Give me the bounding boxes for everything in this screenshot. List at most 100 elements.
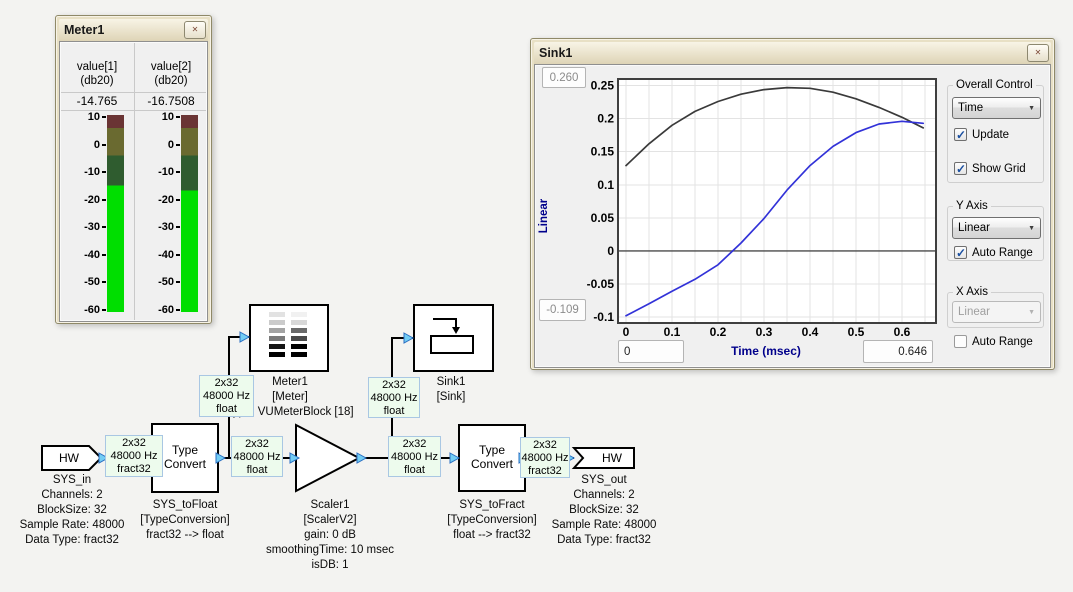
x-axis-title: Time (msec)	[684, 344, 848, 358]
meter-scale-tick-mark	[176, 144, 180, 146]
meter-scale-tick-mark	[102, 144, 106, 146]
meter-scale-tick-mark	[102, 171, 106, 173]
x-min-range-box[interactable]: 0	[618, 340, 684, 363]
meter-scale-tick-mark	[102, 254, 106, 256]
update-checkbox[interactable]: Update	[954, 127, 1009, 142]
meter1-window: Meter1 ✕ value[1](db20)-14.765100-10-20-…	[55, 15, 212, 324]
y-tick-label: 0.1	[597, 178, 614, 192]
meter-scale-tick: -20	[72, 194, 100, 206]
sink1-close-button[interactable]: ✕	[1027, 44, 1049, 62]
wire-type-label[interactable]: 2x3248000 Hzfloat	[368, 377, 420, 418]
show-grid-checkbox-label: Show Grid	[972, 163, 1026, 175]
meter-scale-tick: -40	[146, 249, 174, 261]
meter-row-divider	[61, 92, 206, 93]
app-canvas: HWSYS_inChannels: 2BlockSize: 32Sample R…	[0, 0, 1073, 592]
meter-scale-tick: -30	[146, 221, 174, 233]
meter-value: -16.7508	[136, 94, 206, 108]
y-tick-label: 0.15	[591, 145, 615, 159]
meter-scale-tick: -60	[146, 304, 174, 316]
meter-header: value[1](db20)	[62, 60, 132, 88]
checkbox-checked-icon	[954, 128, 967, 141]
y-axis-title: Linear	[538, 192, 552, 240]
vu-meter-bar	[107, 115, 124, 312]
overall-control-dropdown-value: Time	[958, 102, 1028, 114]
checkbox-checked-icon	[954, 162, 967, 175]
x-tick-label: 0.1	[664, 325, 681, 339]
wire-type-label-line: 2x32	[369, 379, 419, 392]
x-tick-label: 0.3	[756, 325, 773, 339]
wire-type-label[interactable]: 2x3248000 Hzfloat	[199, 375, 254, 417]
meter-scale-tick: 10	[146, 111, 174, 123]
wire-type-label-line: 2x32	[389, 438, 440, 451]
wire-type-label-line: 2x32	[232, 438, 282, 451]
meter-scale-tick: -10	[146, 166, 174, 178]
wire-type-label-line: 48000 Hz	[232, 451, 282, 464]
meter1-titlebar[interactable]: Meter1 ✕	[59, 19, 208, 41]
y-tick-label: -0.05	[587, 277, 615, 291]
wire-type-label-line: 48000 Hz	[106, 450, 162, 463]
y-auto-range-checkbox[interactable]: Auto Range	[954, 245, 1033, 260]
meter-column-divider	[134, 43, 135, 320]
y-max-range-box[interactable]: 0.260	[542, 67, 586, 88]
chevron-down-icon: ▼	[1028, 225, 1035, 232]
x-tick-label: 0	[623, 325, 630, 339]
sink1-window: Sink1 ✕ 0.250.20.150.10.050-0.05-0.100.1…	[530, 38, 1055, 370]
x-max-range-box[interactable]: 0.646	[863, 340, 933, 363]
y-tick-label: 0.25	[591, 79, 615, 93]
x-auto-range-checkbox[interactable]: Auto Range	[954, 334, 1033, 349]
wire-type-label-line: 2x32	[106, 437, 162, 450]
meter-header-line: value[1]	[62, 60, 132, 74]
show-grid-checkbox[interactable]: Show Grid	[954, 161, 1026, 176]
x-auto-range-label: Auto Range	[972, 336, 1033, 348]
meter-scale-tick: -50	[146, 276, 174, 288]
chevron-down-icon: ▼	[1028, 309, 1035, 316]
wire-type-label-line: 2x32	[521, 439, 569, 452]
wire-type-label[interactable]: 2x3248000 Hzfract32	[520, 437, 570, 478]
wire-type-label[interactable]: 2x3248000 Hzfract32	[105, 435, 163, 477]
x-tick-label: 0.4	[802, 325, 819, 339]
meter-scale-tick-mark	[102, 199, 106, 201]
close-icon: ✕	[192, 26, 199, 34]
plot-background	[618, 79, 936, 323]
meter-scale-tick: -30	[72, 221, 100, 233]
wire-type-label-line: fract32	[521, 465, 569, 478]
y-auto-range-label: Auto Range	[972, 247, 1033, 259]
close-icon: ✕	[1035, 49, 1042, 57]
overall-control-dropdown[interactable]: Time ▼	[952, 97, 1041, 119]
chevron-down-icon: ▼	[1028, 105, 1035, 112]
meter1-panel: value[1](db20)-14.765100-10-20-30-40-50-…	[59, 41, 208, 322]
y-axis-dropdown[interactable]: Linear ▼	[952, 217, 1041, 239]
checkbox-checked-icon	[954, 246, 967, 259]
meter-scale-tick: -40	[72, 249, 100, 261]
meter-scale-tick: 10	[72, 111, 100, 123]
meter1-close-button[interactable]: ✕	[184, 21, 206, 39]
wire-type-label[interactable]: 2x3248000 Hzfloat	[231, 436, 283, 477]
y-tick-label: 0.05	[591, 211, 615, 225]
meter-scale-tick-mark	[102, 116, 106, 118]
wire-type-label-line: 48000 Hz	[521, 452, 569, 465]
meter-header-line: (db20)	[62, 74, 132, 88]
y-tick-label: 0.2	[597, 112, 614, 126]
x-axis-dropdown-value: Linear	[958, 306, 1028, 318]
wire-type-label-line: float	[232, 464, 282, 477]
y-tick-label: 0	[607, 244, 614, 258]
meter-scale-tick-mark	[102, 226, 106, 228]
update-checkbox-label: Update	[972, 129, 1009, 141]
x-axis-group-label: X Axis	[953, 286, 991, 298]
checkbox-unchecked-icon	[954, 335, 967, 348]
y-min-range-box[interactable]: -0.109	[539, 299, 586, 321]
meter-scale-tick-mark	[176, 116, 180, 118]
y-axis-group-label: Y Axis	[953, 200, 991, 212]
wire-type-label-line: 48000 Hz	[369, 392, 419, 405]
wire-type-label-line: float	[200, 403, 253, 416]
wire-type-label-line: 48000 Hz	[200, 390, 253, 403]
sink1-titlebar[interactable]: Sink1 ✕	[534, 42, 1051, 64]
wire-type-label[interactable]: 2x3248000 Hzfloat	[388, 436, 441, 477]
wire-type-label-line: float	[369, 405, 419, 418]
x-tick-label: 0.5	[848, 325, 865, 339]
meter-scale-tick-mark	[176, 226, 180, 228]
wire-type-label-line: float	[389, 464, 440, 477]
meter-scale-tick-mark	[176, 309, 180, 311]
meter-value: -14.765	[62, 94, 132, 108]
meter-scale-tick: -60	[72, 304, 100, 316]
